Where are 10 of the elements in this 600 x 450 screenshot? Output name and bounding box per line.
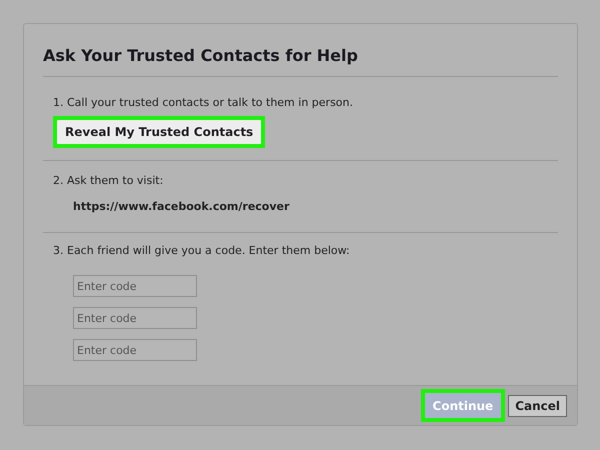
cancel-button[interactable]: Cancel bbox=[508, 394, 567, 416]
recover-url: https://www.facebook.com/recover bbox=[73, 199, 290, 215]
code-field[interactable]: Enter code bbox=[73, 339, 197, 361]
code-field[interactable]: Enter code bbox=[73, 275, 197, 297]
code-field[interactable]: Enter code bbox=[73, 307, 197, 329]
dialog-title: Ask Your Trusted Contacts for Help bbox=[43, 44, 558, 77]
step-text: 2. Ask them to visit: bbox=[53, 172, 164, 188]
step-text: 1. Call your trusted contacts or talk to them in person. bbox=[53, 95, 354, 111]
step-text: 3. Each friend will give you a code. Enter them below: bbox=[53, 242, 351, 258]
reveal-contacts-button[interactable]: Reveal My Trusted Contacts bbox=[53, 116, 266, 148]
